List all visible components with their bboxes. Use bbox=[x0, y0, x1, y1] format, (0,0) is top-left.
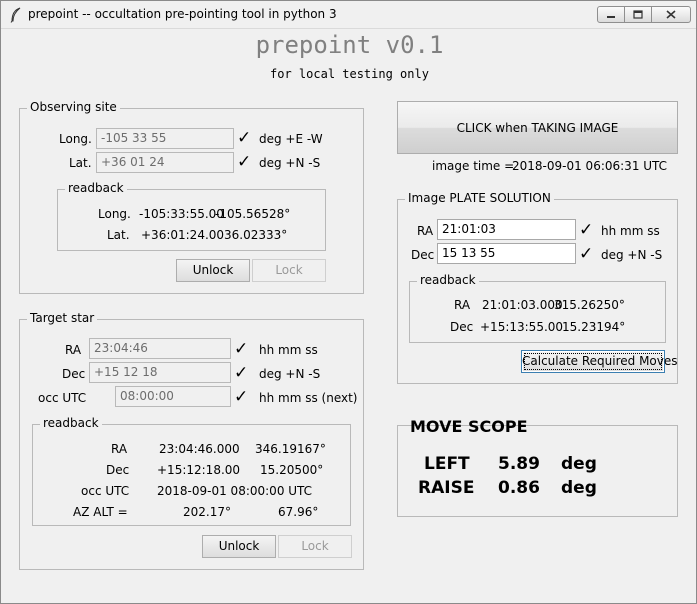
target-ra-label: RA bbox=[65, 343, 82, 357]
image-time-label: image time = bbox=[432, 159, 515, 173]
app-subtitle: for local testing only bbox=[270, 67, 429, 81]
target-readback-occ-value: 2018-09-01 08:00:00 UTC bbox=[157, 484, 313, 498]
app-window: prepoint -- occultation pre-pointing too… bbox=[0, 0, 697, 604]
plate-ra-field[interactable]: 21:01:03 bbox=[437, 219, 576, 240]
plate-dec-check-icon: ✓ bbox=[579, 244, 594, 264]
plate-readback-dec-sex: +15:13:55.00 bbox=[480, 320, 564, 334]
plate-dec-label: Dec bbox=[411, 248, 435, 262]
target-dec-check-icon: ✓ bbox=[234, 363, 249, 383]
site-long-label: Long. bbox=[59, 132, 92, 146]
target-readback-alt-value: 67.96° bbox=[278, 505, 319, 519]
plate-dec-units: deg +N -S bbox=[601, 248, 663, 262]
take-image-button-label: CLICK when TAKING IMAGE bbox=[456, 120, 619, 135]
target-occ-field[interactable]: 08:00:00 bbox=[115, 386, 231, 407]
target-ra-check-icon: ✓ bbox=[234, 339, 249, 359]
site-lat-check-icon: ✓ bbox=[237, 152, 252, 172]
target-occ-check-icon: ✓ bbox=[234, 387, 249, 407]
site-readback-long-deg: -105.56528° bbox=[215, 207, 291, 221]
target-dec-units: deg +N -S bbox=[259, 367, 321, 381]
target-dec-field[interactable]: +15 12 18 bbox=[89, 362, 231, 383]
site-readback-lat-deg: 36.02333° bbox=[224, 228, 288, 242]
target-readback-ra-deg: 346.19167° bbox=[255, 442, 326, 456]
site-readback-long-label: Long. bbox=[98, 207, 131, 221]
site-long-units: deg +E -W bbox=[259, 132, 323, 146]
target-readback-ra-label: RA bbox=[111, 442, 128, 456]
site-readback-legend: readback bbox=[65, 181, 127, 195]
target-readback-dec-deg: 15.20500° bbox=[260, 463, 324, 477]
site-lat-label: Lat. bbox=[69, 156, 92, 170]
target-readback-dec-sex: +15:12:18.00 bbox=[157, 463, 241, 477]
target-dec-label: Dec bbox=[62, 367, 86, 381]
close-icon bbox=[666, 10, 676, 19]
move-left-label: LEFT bbox=[424, 454, 470, 474]
site-long-field[interactable]: -105 33 55 bbox=[96, 128, 234, 149]
target-occ-units: hh mm ss (next) bbox=[259, 391, 358, 405]
plate-readback-dec-label: Dec bbox=[450, 320, 474, 334]
site-long-check-icon: ✓ bbox=[237, 128, 252, 148]
maximize-icon bbox=[633, 10, 643, 19]
maximize-button[interactable] bbox=[624, 6, 652, 23]
site-unlock-button[interactable]: Unlock bbox=[176, 259, 250, 282]
target-readback-ra-sex: 23:04:46.000 bbox=[159, 442, 240, 456]
plate-solution-legend: Image PLATE SOLUTION bbox=[405, 191, 554, 205]
move-scope-title: MOVE SCOPE bbox=[410, 417, 528, 436]
plate-dec-field[interactable]: 15 13 55 bbox=[437, 243, 576, 264]
move-raise-units: deg bbox=[561, 478, 597, 498]
site-lat-field[interactable]: +36 01 24 bbox=[96, 152, 234, 173]
site-readback-lat-sex: +36:01:24.00 bbox=[141, 228, 225, 242]
minimize-button[interactable] bbox=[597, 6, 625, 23]
site-lock-button[interactable]: Lock bbox=[252, 259, 326, 282]
target-readback-az-value: 202.17° bbox=[183, 505, 231, 519]
target-occ-label: occ UTC bbox=[38, 391, 87, 405]
target-readback-occ-label: occ UTC bbox=[81, 484, 130, 498]
move-raise-label: RAISE bbox=[418, 478, 475, 498]
title-bar: prepoint -- occultation pre-pointing too… bbox=[1, 1, 696, 29]
image-time-value: 2018-09-01 06:06:31 UTC bbox=[512, 159, 668, 173]
plate-readback-dec-deg: 15.23194° bbox=[562, 320, 626, 334]
observing-site-legend: Observing site bbox=[27, 100, 120, 114]
site-readback-long-sex: -105:33:55.00 bbox=[139, 207, 224, 221]
target-readback-azalt-label: AZ ALT = bbox=[73, 505, 128, 519]
app-title: prepoint v0.1 bbox=[255, 31, 444, 59]
move-left-value: 5.89 bbox=[498, 454, 540, 474]
target-ra-units: hh mm ss bbox=[259, 343, 318, 357]
plate-ra-units: hh mm ss bbox=[601, 224, 660, 238]
target-readback-dec-label: Dec bbox=[106, 463, 130, 477]
calculate-moves-button[interactable]: Calculate Required Moves bbox=[521, 350, 678, 373]
target-star-legend: Target star bbox=[27, 311, 98, 325]
target-readback-legend: readback bbox=[40, 416, 102, 430]
minimize-icon bbox=[607, 15, 615, 18]
site-readback-lat-label: Lat. bbox=[107, 228, 130, 242]
plate-ra-label: RA bbox=[417, 224, 434, 238]
plate-readback-ra-deg: 315.26250° bbox=[554, 298, 625, 312]
target-unlock-button[interactable]: Unlock bbox=[202, 535, 276, 558]
plate-readback-ra-label: RA bbox=[454, 298, 471, 312]
plate-readback-ra-sex: 21:01:03.000 bbox=[482, 298, 563, 312]
target-ra-field[interactable]: 23:04:46 bbox=[89, 338, 231, 359]
window-title: prepoint -- occultation pre-pointing too… bbox=[28, 7, 337, 21]
take-image-button[interactable]: CLICK when TAKING IMAGE bbox=[397, 101, 678, 154]
feather-icon bbox=[10, 7, 21, 23]
target-lock-button[interactable]: Lock bbox=[278, 535, 352, 558]
move-left-units: deg bbox=[561, 454, 597, 474]
close-button[interactable] bbox=[651, 6, 691, 23]
plate-readback-legend: readback bbox=[417, 273, 479, 287]
site-lat-units: deg +N -S bbox=[259, 156, 321, 170]
move-raise-value: 0.86 bbox=[498, 478, 540, 498]
plate-ra-check-icon: ✓ bbox=[579, 220, 594, 240]
